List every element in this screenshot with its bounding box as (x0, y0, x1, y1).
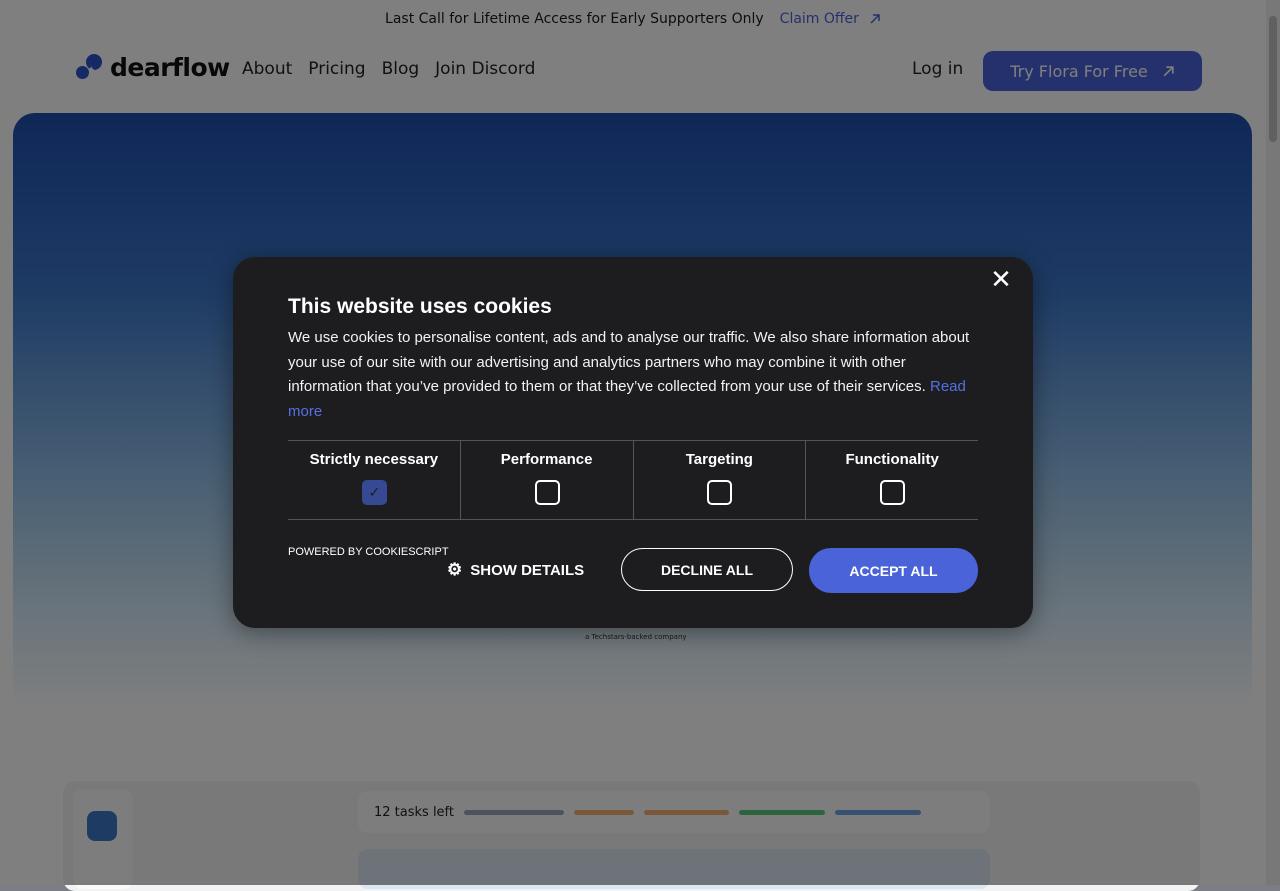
category-label: Targeting (685, 451, 753, 468)
cookie-dialog-title: This website uses cookies (288, 295, 552, 318)
powered-by-cookiescript[interactable]: POWERED BY COOKIESCRIPT (288, 546, 449, 558)
close-icon[interactable]: ✕ (989, 266, 1013, 292)
category-functionality: Functionality (805, 441, 978, 519)
category-label: Functionality (845, 451, 939, 468)
performance-checkbox[interactable] (534, 480, 560, 505)
strictly-necessary-checkbox[interactable]: ✓ (361, 480, 387, 505)
cookie-categories: Strictly necessary ✓ Performance Targeti… (288, 440, 978, 520)
category-performance: Performance (459, 441, 633, 519)
cookie-dialog: ✕ This website uses cookies We use cooki… (233, 257, 1033, 628)
category-label: Performance (500, 451, 593, 468)
accept-all-button[interactable]: ACCEPT ALL (809, 548, 978, 593)
decline-all-label: DECLINE ALL (660, 561, 754, 578)
functionality-checkbox[interactable] (880, 480, 906, 505)
category-targeting: Targeting (632, 441, 806, 519)
category-label: Strictly necessary (309, 451, 439, 468)
show-details-button[interactable]: ⚙ SHOW DETAILS (447, 560, 584, 580)
targeting-checkbox[interactable] (707, 480, 733, 505)
cookie-body-text: We use cookies to personalise content, a… (288, 329, 970, 395)
category-strictly-necessary: Strictly necessary ✓ (288, 441, 460, 519)
show-details-label: SHOW DETAILS (470, 561, 585, 579)
gear-icon: ⚙ (447, 560, 463, 579)
cookie-dialog-body: We use cookies to personalise content, a… (288, 326, 978, 424)
accept-all-label: ACCEPT ALL (849, 562, 938, 579)
decline-all-button[interactable]: DECLINE ALL (621, 548, 793, 591)
